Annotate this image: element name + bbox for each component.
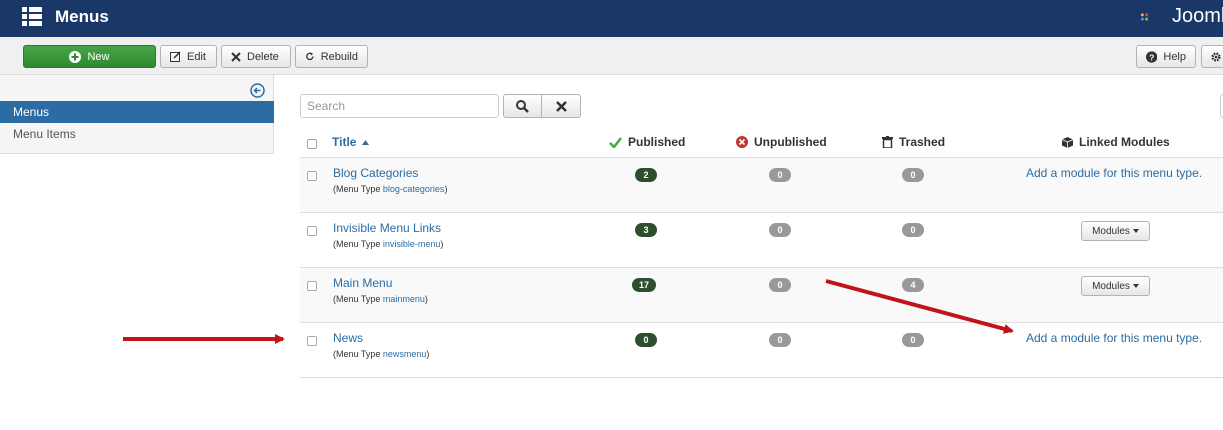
- menu-type-value: blog-categories: [382, 184, 445, 194]
- table-bottom-border: [300, 377, 1223, 378]
- menu-type-label: (Menu Type mainmenu): [333, 294, 428, 304]
- trashed-count-badge[interactable]: 0: [902, 223, 924, 237]
- trashed-header-label: Trashed: [899, 135, 946, 149]
- close-icon: [231, 51, 241, 62]
- sort-asc-icon: [362, 139, 370, 145]
- unpublished-column-header: Unpublished: [736, 135, 827, 149]
- trashed-count-badge[interactable]: 0: [902, 333, 924, 347]
- row-checkbox[interactable]: [307, 171, 317, 181]
- plus-circle-icon: [69, 50, 82, 63]
- title-header-label: Title: [332, 135, 357, 149]
- table-row: Invisible Menu Links (Menu Type invisibl…: [300, 212, 1223, 267]
- menu-type-label: (Menu Type newsmenu): [333, 349, 430, 359]
- row-checkbox[interactable]: [307, 226, 317, 236]
- menu-list-icon: [22, 7, 42, 26]
- edit-icon: [170, 51, 181, 62]
- caret-down-icon: [1132, 229, 1139, 233]
- rebuild-button[interactable]: Rebuild: [295, 45, 368, 68]
- unpublished-count-badge[interactable]: 0: [769, 278, 791, 292]
- collapse-sidebar-icon[interactable]: [250, 83, 265, 98]
- row-checkbox[interactable]: [307, 281, 317, 291]
- edit-button-label: Edit: [187, 50, 206, 63]
- caret-down-icon: [1132, 284, 1139, 288]
- linked-modules-column-header: Linked Modules: [1062, 135, 1170, 149]
- rebuild-button-label: Rebuild: [320, 50, 358, 63]
- published-count-badge[interactable]: 0: [635, 333, 657, 347]
- trashed-count-badge[interactable]: 0: [902, 168, 924, 182]
- search-icon: [516, 99, 529, 113]
- trash-icon: [882, 136, 893, 148]
- search-input[interactable]: Search: [300, 94, 499, 118]
- edit-button[interactable]: Edit: [160, 45, 217, 68]
- row-checkbox[interactable]: [307, 336, 317, 346]
- published-count-badge[interactable]: 3: [635, 223, 657, 237]
- new-button[interactable]: New: [23, 45, 156, 68]
- published-count-badge[interactable]: 17: [632, 278, 657, 292]
- help-button-label: Help: [1163, 50, 1186, 63]
- modules-button-label: Modules: [1092, 280, 1130, 292]
- header-bar: Menus Joomla!: [0, 0, 1223, 37]
- trashed-count-badge[interactable]: 4: [902, 278, 924, 292]
- logo-text[interactable]: Joomla!: [1172, 5, 1223, 28]
- page-title: Menus: [55, 7, 109, 26]
- delete-button[interactable]: Delete: [221, 45, 291, 68]
- delete-button-label: Delete: [247, 50, 279, 63]
- unpublished-count-badge[interactable]: 0: [769, 333, 791, 347]
- menu-type-value: invisible-menu: [382, 239, 441, 249]
- published-column-header: Published: [609, 135, 685, 149]
- select-all-checkbox[interactable]: [307, 139, 317, 149]
- published-count-badge[interactable]: 2: [635, 168, 657, 182]
- sidebar: Menus Menu Items: [0, 75, 274, 154]
- sidebar-item-menu-items[interactable]: Menu Items: [13, 127, 76, 141]
- title-column-header[interactable]: Title: [332, 135, 370, 149]
- question-icon: ?: [1146, 50, 1158, 63]
- help-button[interactable]: ? Help: [1136, 45, 1196, 68]
- refresh-icon: [306, 52, 314, 61]
- new-button-label: New: [87, 50, 110, 63]
- toolbar: New Edit Delete Rebuild ? Help: [0, 37, 1223, 75]
- modules-button-label: Modules: [1092, 225, 1130, 237]
- unpublished-count-badge[interactable]: 0: [769, 168, 791, 182]
- add-module-link[interactable]: Add a module for this menu type.: [1026, 331, 1202, 345]
- menu-type-label: (Menu Type invisible-menu): [333, 239, 444, 249]
- menu-type-label: (Menu Type blog-categories): [333, 184, 448, 194]
- gear-icon: [1211, 51, 1221, 62]
- clear-search-button[interactable]: [541, 94, 581, 118]
- trashed-column-header: Trashed: [882, 135, 945, 149]
- menu-type-value: mainmenu: [382, 294, 425, 304]
- close-icon: [555, 100, 567, 112]
- modules-dropdown-button[interactable]: Modules: [1081, 276, 1150, 296]
- unpublished-header-label: Unpublished: [754, 135, 827, 149]
- options-button[interactable]: [1201, 45, 1223, 68]
- table-row: Blog Categories (Menu Type blog-categori…: [300, 157, 1223, 212]
- checkmark-icon: [609, 136, 622, 148]
- table-row: Main Menu (Menu Type mainmenu) 17 0 4 Mo…: [300, 267, 1223, 322]
- unpublished-count-badge[interactable]: 0: [769, 223, 791, 237]
- unpublished-icon: [736, 136, 748, 148]
- table-row: News (Menu Type newsmenu) 0 0 0 Add a mo…: [300, 322, 1223, 377]
- add-module-link[interactable]: Add a module for this menu type.: [1026, 166, 1202, 180]
- joomla-logo-icon[interactable]: [1140, 2, 1170, 32]
- menu-type-value: newsmenu: [382, 349, 427, 359]
- published-header-label: Published: [628, 135, 686, 149]
- linked-modules-header-label: Linked Modules: [1079, 135, 1170, 149]
- menu-title-link[interactable]: Main Menu: [333, 276, 392, 290]
- modules-dropdown-button[interactable]: Modules: [1081, 221, 1150, 241]
- menu-title-link[interactable]: Blog Categories: [333, 166, 418, 180]
- menu-title-link[interactable]: Invisible Menu Links: [333, 221, 441, 235]
- svg-text:?: ?: [1149, 52, 1154, 62]
- sidebar-item-menus[interactable]: Menus: [0, 101, 274, 123]
- cube-icon: [1062, 136, 1073, 148]
- menu-title-link[interactable]: News: [333, 331, 363, 345]
- search-button[interactable]: [503, 94, 542, 118]
